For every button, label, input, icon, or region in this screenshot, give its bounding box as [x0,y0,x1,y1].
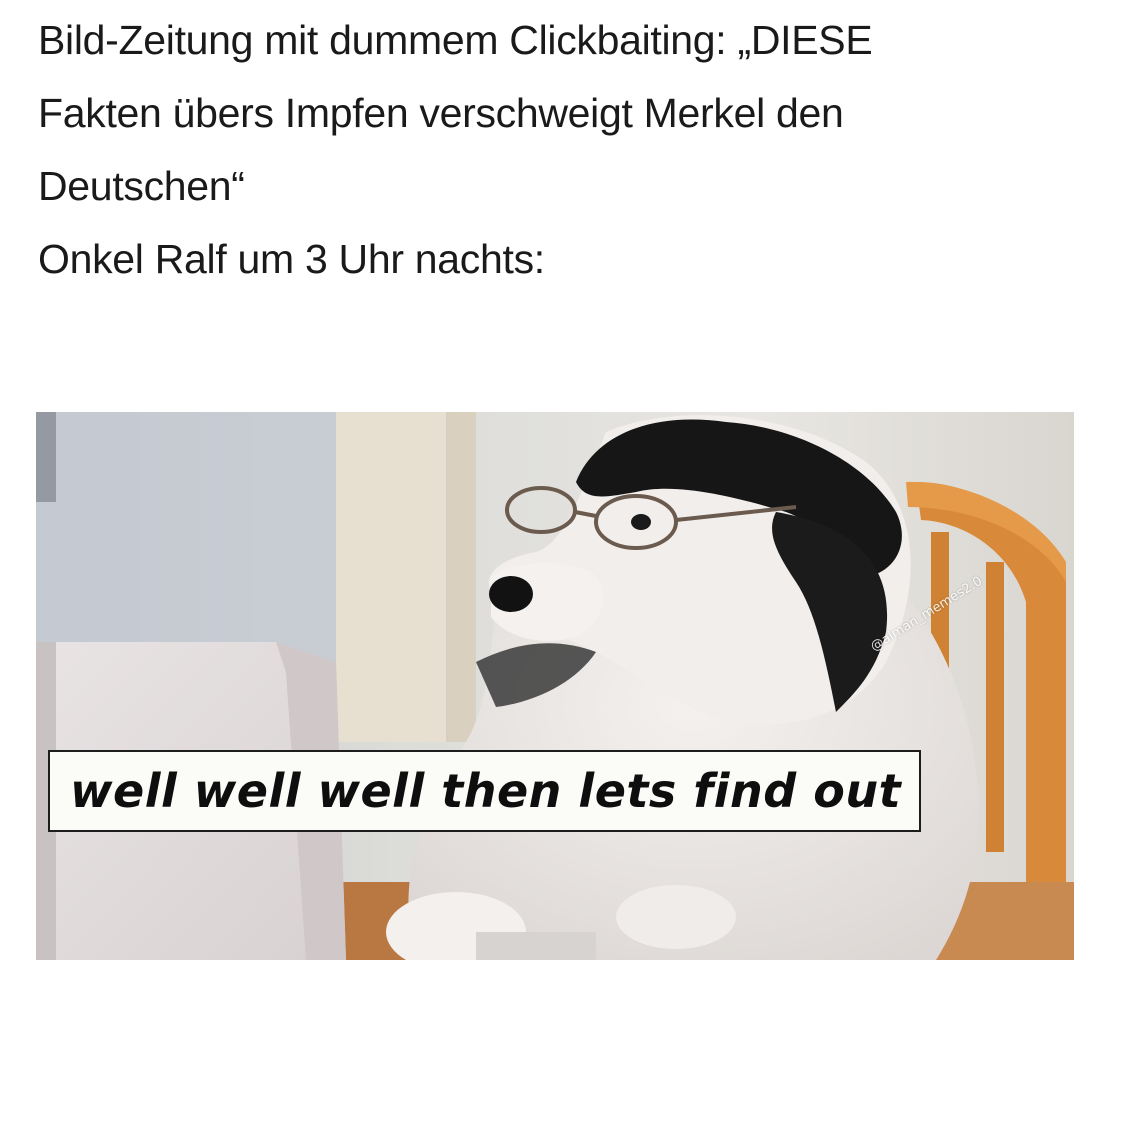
caption-line: Bild-Zeitung mit dummem Clickbaiting: „D… [38,17,873,63]
meme-caption: Bild-Zeitung mit dummem Clickbaiting: „D… [38,4,1098,296]
caption-line: Onkel Ralf um 3 Uhr nachts: [38,236,545,282]
meme-subtitle: well well well then lets find out [48,750,922,832]
caption-line: Fakten übers Impfen verschweigt Merkel d… [38,90,844,136]
dog-at-computer-illustration [36,412,1074,960]
caption-line: Deutschen“ [38,163,245,209]
meme-image: well well well then lets find out @alman… [36,412,1074,960]
